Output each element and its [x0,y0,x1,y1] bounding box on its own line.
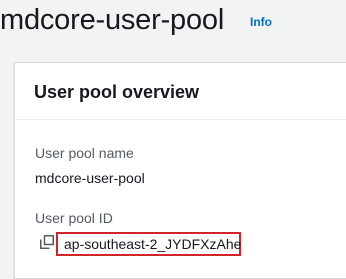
page-header: mdcore-user-pool Info [0,0,346,50]
user-pool-id-value: ap-southeast-2_JYDFXzAhe [64,236,242,252]
user-pool-name-value: mdcore-user-pool [35,170,145,186]
user-pool-name-label: User pool name [35,145,134,161]
user-pool-id-label: User pool ID [35,210,113,226]
copy-icon[interactable] [40,235,54,249]
page-title: mdcore-user-pool [0,4,225,36]
panel-title: User pool overview [34,82,200,102]
user-pool-overview-panel: User pool overview User pool name mdcore… [14,62,346,279]
panel-header: User pool overview [15,63,346,120]
user-pool-id-highlight: ap-southeast-2_JYDFXzAhe [56,232,241,256]
info-link[interactable]: Info [250,15,272,29]
